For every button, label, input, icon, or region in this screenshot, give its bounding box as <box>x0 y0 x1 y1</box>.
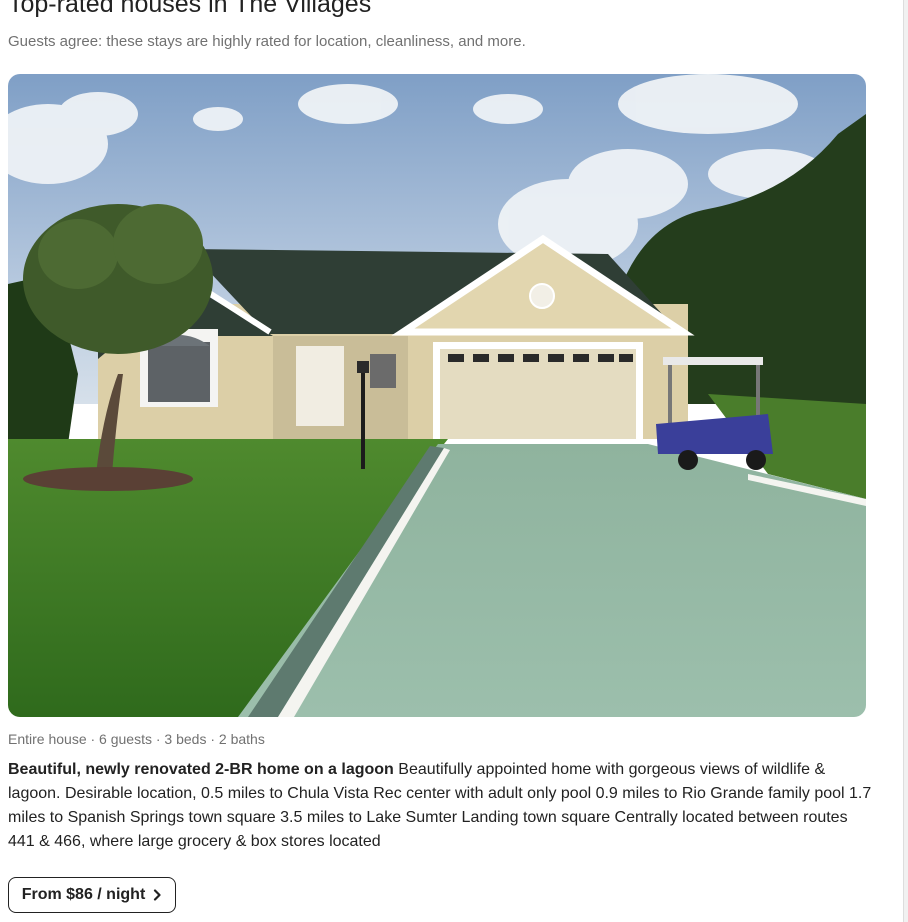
listing-description-block: Beautiful, newly renovated 2-BR home on … <box>8 758 873 854</box>
section-title: Top-rated houses in The Villages <box>8 0 372 18</box>
price-label: From $86 / night <box>21 886 146 903</box>
section-subtitle: Guests agree: these stays are highly rat… <box>8 33 526 50</box>
listing-title[interactable]: Beautiful, newly renovated 2-BR home on … <box>8 761 394 778</box>
chevron-right-icon <box>152 889 162 901</box>
listing-photo[interactable] <box>8 74 866 717</box>
listing-details: Entire house · 6 guests · 3 beds · 2 bat… <box>8 731 265 747</box>
price-button[interactable]: From $86 / night <box>8 877 176 913</box>
scrollbar[interactable] <box>904 0 908 922</box>
